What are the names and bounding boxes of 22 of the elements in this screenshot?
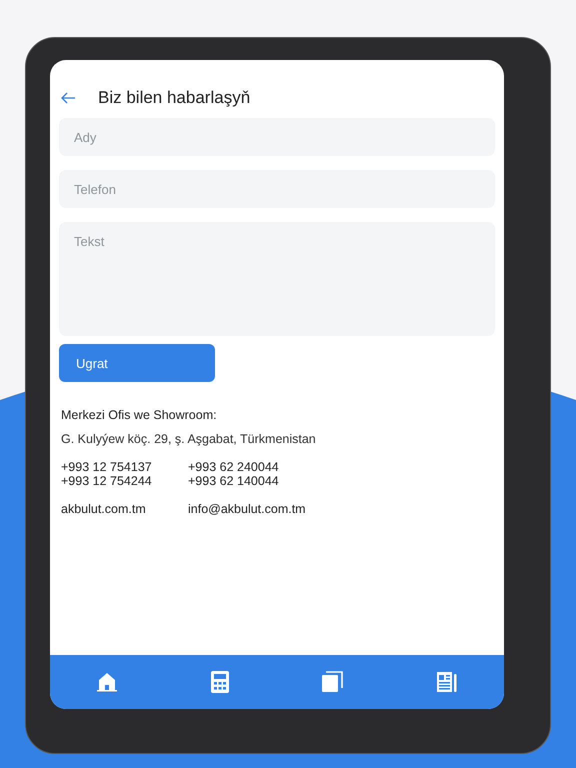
- nav-tab[interactable]: [321, 671, 344, 693]
- nav-tab[interactable]: [96, 672, 118, 692]
- input-field[interactable]: Ady: [59, 118, 495, 156]
- copy-icon: [321, 671, 344, 693]
- address-text: G. Kulyýew köç. 29, ş. Aşgabat, Türkmenistan: [61, 432, 317, 446]
- home-icon: [96, 672, 118, 692]
- phone-number: +993 12 754137: [61, 460, 153, 474]
- phone-number: +993 62 240044: [188, 460, 280, 474]
- nav-tab[interactable]: [210, 671, 229, 693]
- website-link[interactable]: akbulut.com.tm: [61, 502, 188, 516]
- phone-number: +993 12 754244: [61, 474, 153, 488]
- message-field[interactable]: Tekst: [59, 222, 495, 336]
- back-arrow-icon: [60, 92, 76, 104]
- newspaper-icon: [436, 671, 458, 693]
- phone-number: +993 62 140044: [188, 474, 280, 488]
- email-link[interactable]: info@akbulut.com.tm: [188, 502, 315, 516]
- office-heading: Merkezi Ofis we Showroom:: [61, 408, 218, 422]
- calculator-icon: [210, 671, 229, 693]
- input-field[interactable]: Telefon: [59, 170, 495, 208]
- page-title: Biz bilen habarlaşyň: [98, 88, 250, 108]
- send-button[interactable]: Ugrat: [59, 344, 215, 382]
- nav-tab[interactable]: [436, 671, 458, 693]
